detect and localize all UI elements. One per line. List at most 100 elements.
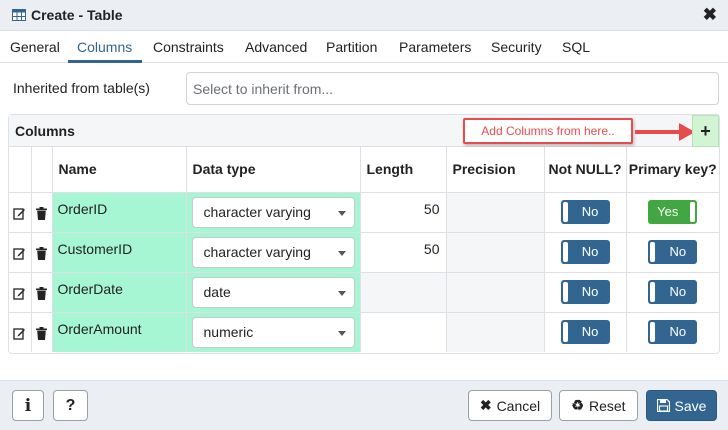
primary-key-toggle[interactable]: No [648,280,698,304]
delete-row-button[interactable] [31,312,53,352]
tab-parameters[interactable]: Parameters [399,39,471,55]
tab-columns[interactable]: Columns [77,39,132,55]
not-null-toggle[interactable]: No [560,280,610,304]
header-precision: Precision [446,147,545,193]
tab-security[interactable]: Security [491,39,542,55]
primary-key-cell: No [626,232,719,273]
primary-key-toggle[interactable]: No [648,320,698,345]
edit-icon [13,248,26,260]
trash-icon [36,246,47,260]
table-icon [12,9,26,21]
not-null-cell: No [544,192,627,233]
caret-down-icon [337,290,346,296]
edit-icon [13,208,26,220]
toggle-label: No [669,244,687,259]
data-type-value: character varying [203,243,311,260]
help-button[interactable]: ? [53,390,88,421]
edit-row-button[interactable] [9,312,32,352]
edit-row-button[interactable] [9,232,32,273]
length-cell[interactable]: 50 [360,192,447,233]
toggle-knob [650,282,656,302]
not-null-toggle[interactable]: No [560,200,610,224]
toggle-knob [650,322,656,343]
edit-row-button[interactable] [9,272,32,313]
caret-down-icon [337,210,346,216]
tab-sql[interactable]: SQL [562,39,590,55]
not-null-cell: No [544,232,627,273]
data-type-select[interactable]: numeric [191,316,355,348]
toggle-knob [650,242,656,262]
tab-partition[interactable]: Partition [326,39,377,55]
save-label: Save [674,397,707,414]
edit-column-header [9,147,32,193]
edit-row-button[interactable] [9,192,32,233]
primary-key-cell: No [626,312,719,352]
add-column-button[interactable]: + [692,115,719,147]
precision-cell [446,272,545,313]
cancel-button[interactable]: ✖ Cancel [468,390,552,421]
callout-arrow-icon [635,123,695,141]
column-name-cell[interactable]: OrderDate [52,272,187,313]
column-name-cell[interactable]: OrderAmount [52,312,187,352]
toggle-label: No [581,284,599,299]
length-cell[interactable]: 50 [360,232,447,273]
save-button[interactable]: Save [646,390,717,421]
help-icon: ? [65,396,76,414]
toggle-label: No [581,324,599,340]
not-null-toggle[interactable]: No [560,320,610,345]
toggle-label: No [581,244,599,259]
header-length: Length [360,147,447,193]
columns-grid: Columns Add Columns from here.. + Name D… [8,114,720,354]
delete-row-button[interactable] [31,272,53,313]
dialog-title: Create - Table [31,7,123,23]
columns-panel-header: Columns Add Columns from here.. + [9,115,719,147]
data-type-cell: numeric [186,312,361,352]
inherit-label: Inherited from table(s) [13,80,150,96]
toggle-label: No [669,284,687,299]
not-null-toggle[interactable]: No [560,240,610,264]
cancel-label: Cancel [496,397,541,414]
delete-column-header [31,147,53,193]
caret-down-icon [337,330,346,336]
column-name-cell[interactable]: OrderID [52,192,187,233]
data-type-select[interactable]: character varying [191,236,355,268]
reset-button[interactable]: ♻ Reset [559,390,638,421]
data-type-select[interactable]: date [191,276,355,308]
not-null-cell: No [544,272,627,313]
length-cell [360,272,447,313]
primary-key-toggle[interactable]: Yes [648,200,698,224]
data-type-select[interactable]: character varying [191,196,355,228]
data-type-cell: date [186,272,361,313]
delete-row-button[interactable] [31,192,53,233]
primary-key-toggle[interactable]: No [648,240,698,264]
columns-table: Name Data type Length Precision Not NULL… [9,147,719,352]
dialog-titlebar: Create - Table ✖ [0,0,728,31]
table-row: OrderID character varying 50 No Yes [9,192,719,233]
toggle-label: No [581,204,599,219]
column-name-cell[interactable]: CustomerID [52,232,187,273]
toggle-knob [562,202,568,222]
info-button[interactable]: i [12,390,44,421]
tab-constraints[interactable]: Constraints [153,39,224,55]
precision-cell[interactable] [446,312,545,352]
tab-advanced[interactable]: Advanced [245,39,307,55]
close-icon[interactable]: ✖ [703,6,717,23]
header-primary-key: Primary key? [626,147,719,193]
table-row: OrderDate date No No [9,272,719,313]
delete-row-button[interactable] [31,232,53,273]
toggle-knob [562,282,568,302]
inherit-select[interactable] [186,72,719,105]
active-tab-indicator [68,60,142,63]
dialog-footer: i ? ✖ Cancel ♻ Reset Save [0,380,728,430]
edit-icon [13,288,26,300]
trash-icon [36,327,47,341]
not-null-cell: No [544,312,627,352]
table-row: CustomerID character varying 50 No No [9,232,719,273]
floppy-disk-icon [656,399,670,412]
toggle-label: Yes [657,204,679,219]
data-type-value: character varying [203,203,311,220]
tab-general[interactable]: General [10,39,60,55]
data-type-value: date [203,283,231,300]
length-cell[interactable] [360,312,447,352]
header-not-null: Not NULL? [544,147,627,193]
